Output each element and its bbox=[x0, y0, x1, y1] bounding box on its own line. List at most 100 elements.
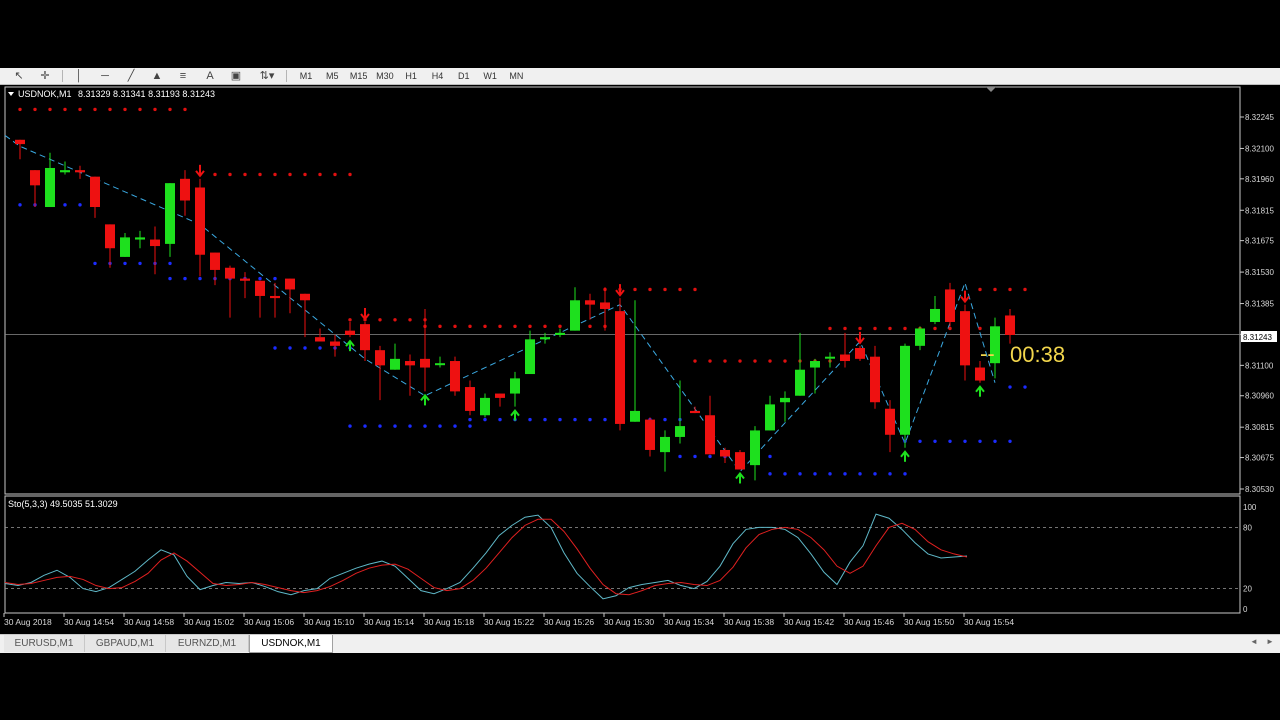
resistance-dot bbox=[243, 172, 247, 177]
candle-body bbox=[615, 311, 625, 424]
cursor-icon[interactable]: ↖ bbox=[12, 69, 26, 83]
tab-eurusd[interactable]: EURUSD,M1 bbox=[4, 635, 85, 652]
timeframe-w1-button[interactable]: W1 bbox=[479, 68, 501, 84]
support-dot bbox=[348, 424, 352, 428]
candle-body bbox=[855, 348, 865, 359]
price-tick-label: 8.31675 bbox=[1245, 237, 1274, 246]
chart-area[interactable]: USDNOK,M1 8.31329 8.31341 8.31193 8.3124… bbox=[0, 85, 1280, 633]
trendline-icon[interactable]: ╱ bbox=[124, 69, 138, 83]
horizontal-line-icon[interactable]: ─ bbox=[98, 69, 112, 83]
tab-eurnzd[interactable]: EURNZD,M1 bbox=[166, 635, 249, 652]
price-tick-label: 8.31100 bbox=[1245, 361, 1274, 370]
support-dot bbox=[813, 472, 817, 476]
candle-body bbox=[420, 358, 430, 368]
time-tick-label: 30 Aug 15:26 bbox=[544, 617, 594, 627]
resistance-dot bbox=[438, 324, 442, 329]
resistance-dot bbox=[663, 287, 667, 292]
tab-gbpaud[interactable]: GBPAUD,M1 bbox=[85, 635, 166, 652]
candle-body bbox=[825, 356, 835, 359]
candle-body bbox=[195, 187, 205, 255]
candle-body bbox=[885, 408, 895, 435]
candle-body bbox=[795, 369, 805, 396]
support-dot bbox=[693, 454, 697, 459]
candle-body bbox=[705, 415, 715, 455]
text-icon[interactable]: A bbox=[203, 69, 217, 83]
resistance-dot bbox=[63, 107, 67, 112]
support-dot bbox=[588, 417, 592, 422]
support-dot bbox=[843, 472, 847, 476]
support-dot bbox=[93, 261, 97, 266]
resistance-dot bbox=[348, 318, 352, 322]
support-dot bbox=[123, 261, 127, 266]
timeframe-m5-button[interactable]: M5 bbox=[321, 68, 343, 84]
support-dot bbox=[468, 417, 472, 422]
arrows-icon[interactable]: ⇅▾ bbox=[256, 69, 278, 83]
support-dot bbox=[663, 417, 667, 422]
resistance-dot bbox=[453, 324, 457, 329]
timeframe-m15-button[interactable]: M15 bbox=[348, 68, 370, 84]
candle-body bbox=[450, 361, 460, 392]
time-tick-label: 30 Aug 15:54 bbox=[964, 617, 1014, 627]
candle-body bbox=[390, 358, 400, 370]
tab-scroll-left-icon[interactable]: ◄ bbox=[1250, 637, 1258, 646]
timeframe-m1-button[interactable]: M1 bbox=[295, 68, 317, 84]
timeframe-h1-button[interactable]: H1 bbox=[400, 68, 422, 84]
resistance-dot bbox=[888, 326, 892, 331]
support-dot bbox=[138, 261, 142, 266]
time-tick-label: 30 Aug 14:54 bbox=[64, 617, 114, 627]
candle-body bbox=[360, 324, 370, 351]
resistance-dot bbox=[678, 287, 682, 292]
fibonacci-icon[interactable]: ≡ bbox=[176, 69, 190, 83]
resistance-dot bbox=[123, 107, 127, 112]
resistance-dot bbox=[738, 359, 742, 363]
label-icon[interactable]: ▣ bbox=[229, 69, 243, 83]
candle-body bbox=[225, 267, 235, 279]
tab-usdnok[interactable]: USDNOK,M1 bbox=[249, 635, 333, 653]
resistance-dot bbox=[1008, 287, 1012, 292]
timeframe-mn-button[interactable]: MN bbox=[505, 68, 527, 84]
candle-body bbox=[555, 332, 565, 335]
price-tick-label: 8.32245 bbox=[1245, 113, 1274, 122]
resistance-dot bbox=[723, 359, 727, 363]
candle-body bbox=[150, 239, 160, 247]
time-tick-label: 30 Aug 14:58 bbox=[124, 617, 174, 627]
candle-body bbox=[915, 328, 925, 346]
timeframe-d1-button[interactable]: D1 bbox=[453, 68, 475, 84]
timeframe-m30-button[interactable]: M30 bbox=[374, 68, 396, 84]
resistance-dot bbox=[153, 107, 157, 112]
resistance-dot bbox=[828, 326, 832, 331]
resistance-dot bbox=[768, 359, 772, 363]
support-dot bbox=[558, 417, 562, 422]
time-tick-label: 30 Aug 15:02 bbox=[184, 617, 234, 627]
resistance-dot bbox=[753, 359, 757, 363]
candle-body bbox=[600, 302, 610, 309]
timeframe-h4-button[interactable]: H4 bbox=[427, 68, 449, 84]
support-dot bbox=[918, 439, 922, 443]
candle-body bbox=[405, 361, 415, 366]
candle-body bbox=[480, 397, 490, 416]
candle-body bbox=[735, 452, 745, 470]
resistance-dot bbox=[378, 318, 382, 322]
crosshair-icon[interactable]: ✛ bbox=[38, 69, 52, 83]
countdown-dash: -- bbox=[980, 341, 995, 366]
candle-body bbox=[45, 167, 55, 208]
support-dot bbox=[258, 276, 262, 281]
vertical-line-icon[interactable]: │ bbox=[72, 69, 86, 83]
resistance-dot bbox=[93, 107, 97, 112]
resistance-dot bbox=[168, 107, 172, 112]
support-dot bbox=[363, 424, 367, 428]
candle-body bbox=[300, 293, 310, 301]
stochastic-tick-label: 20 bbox=[1243, 585, 1252, 594]
price-tick-label: 8.31960 bbox=[1245, 175, 1274, 184]
support-dot bbox=[603, 417, 607, 422]
resistance-dot bbox=[498, 324, 502, 329]
candle-countdown: 00:38 bbox=[1010, 342, 1065, 367]
support-dot bbox=[798, 472, 802, 476]
candle-body bbox=[645, 419, 655, 450]
support-dot bbox=[378, 424, 382, 428]
support-dot bbox=[948, 439, 952, 443]
chart-tabs: EURUSD,M1 GBPAUD,M1 EURNZD,M1 USDNOK,M1 … bbox=[0, 634, 1280, 653]
triangle-icon[interactable]: ▲ bbox=[150, 69, 164, 83]
tab-scroll-right-icon[interactable]: ► bbox=[1266, 637, 1274, 646]
candle-body bbox=[930, 308, 940, 322]
